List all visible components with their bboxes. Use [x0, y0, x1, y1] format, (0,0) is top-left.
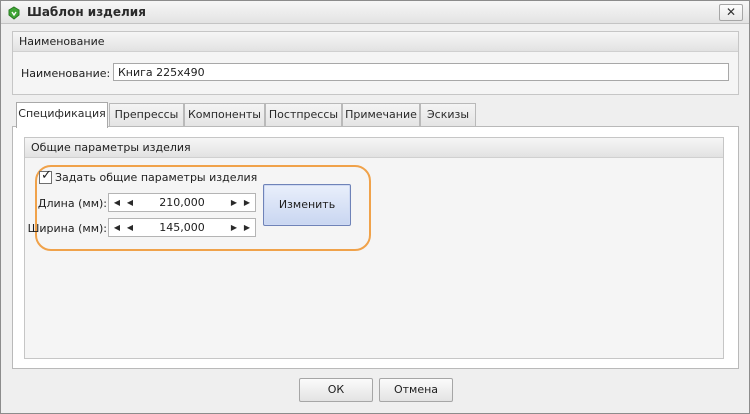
length-label: Длина (мм):	[37, 197, 107, 210]
cancel-button[interactable]: Отмена	[379, 378, 453, 402]
tab-specification[interactable]: Спецификация	[16, 102, 108, 128]
window-title: Шаблон изделия	[27, 5, 146, 19]
width-spinner[interactable]: ◀ ◀ 145,000 ▶ ▶	[108, 218, 256, 237]
next-arrow-icon[interactable]: ▶	[229, 219, 239, 236]
close-icon: ✕	[725, 5, 737, 19]
width-label: Ширина (мм):	[27, 222, 107, 235]
last-arrow-icon[interactable]: ▶	[242, 194, 252, 211]
length-value[interactable]: 210,000	[139, 194, 225, 211]
tab-sketches[interactable]: Эскизы	[420, 103, 476, 126]
last-arrow-icon[interactable]: ▶	[242, 219, 252, 236]
name-input[interactable]	[113, 63, 729, 81]
next-arrow-icon[interactable]: ▶	[229, 194, 239, 211]
checkmark-icon: ✓	[41, 168, 52, 183]
tab-components[interactable]: Компоненты	[184, 103, 265, 126]
width-value[interactable]: 145,000	[139, 219, 225, 236]
general-params-group: Общие параметры изделия ✓ Задать общие п…	[24, 137, 724, 359]
length-spinner[interactable]: ◀ ◀ 210,000 ▶ ▶	[108, 193, 256, 212]
name-group: Наименование Наименование:	[12, 31, 739, 95]
first-arrow-icon[interactable]: ◀	[112, 194, 122, 211]
prev-arrow-icon[interactable]: ◀	[125, 219, 135, 236]
change-button[interactable]: Изменить	[263, 184, 351, 226]
set-params-checkbox[interactable]: ✓	[39, 168, 52, 184]
set-params-label: Задать общие параметры изделия	[55, 171, 258, 184]
ok-button[interactable]: ОК	[299, 378, 373, 402]
first-arrow-icon[interactable]: ◀	[112, 219, 122, 236]
general-params-header: Общие параметры изделия	[25, 138, 723, 158]
name-group-header: Наименование	[13, 32, 738, 52]
tab-prepress[interactable]: Препрессы	[109, 103, 184, 126]
title-bar: Шаблон изделия ✕	[1, 1, 749, 24]
close-button[interactable]: ✕	[719, 4, 743, 21]
specification-panel: Общие параметры изделия ✓ Задать общие п…	[12, 126, 739, 369]
app-logo-icon	[8, 6, 20, 20]
tab-notes[interactable]: Примечание	[342, 103, 420, 126]
dialog-window: Шаблон изделия ✕ Наименование Наименован…	[0, 0, 750, 414]
name-label: Наименование:	[21, 67, 111, 80]
prev-arrow-icon[interactable]: ◀	[125, 194, 135, 211]
tab-postpress[interactable]: Постпрессы	[265, 103, 342, 126]
